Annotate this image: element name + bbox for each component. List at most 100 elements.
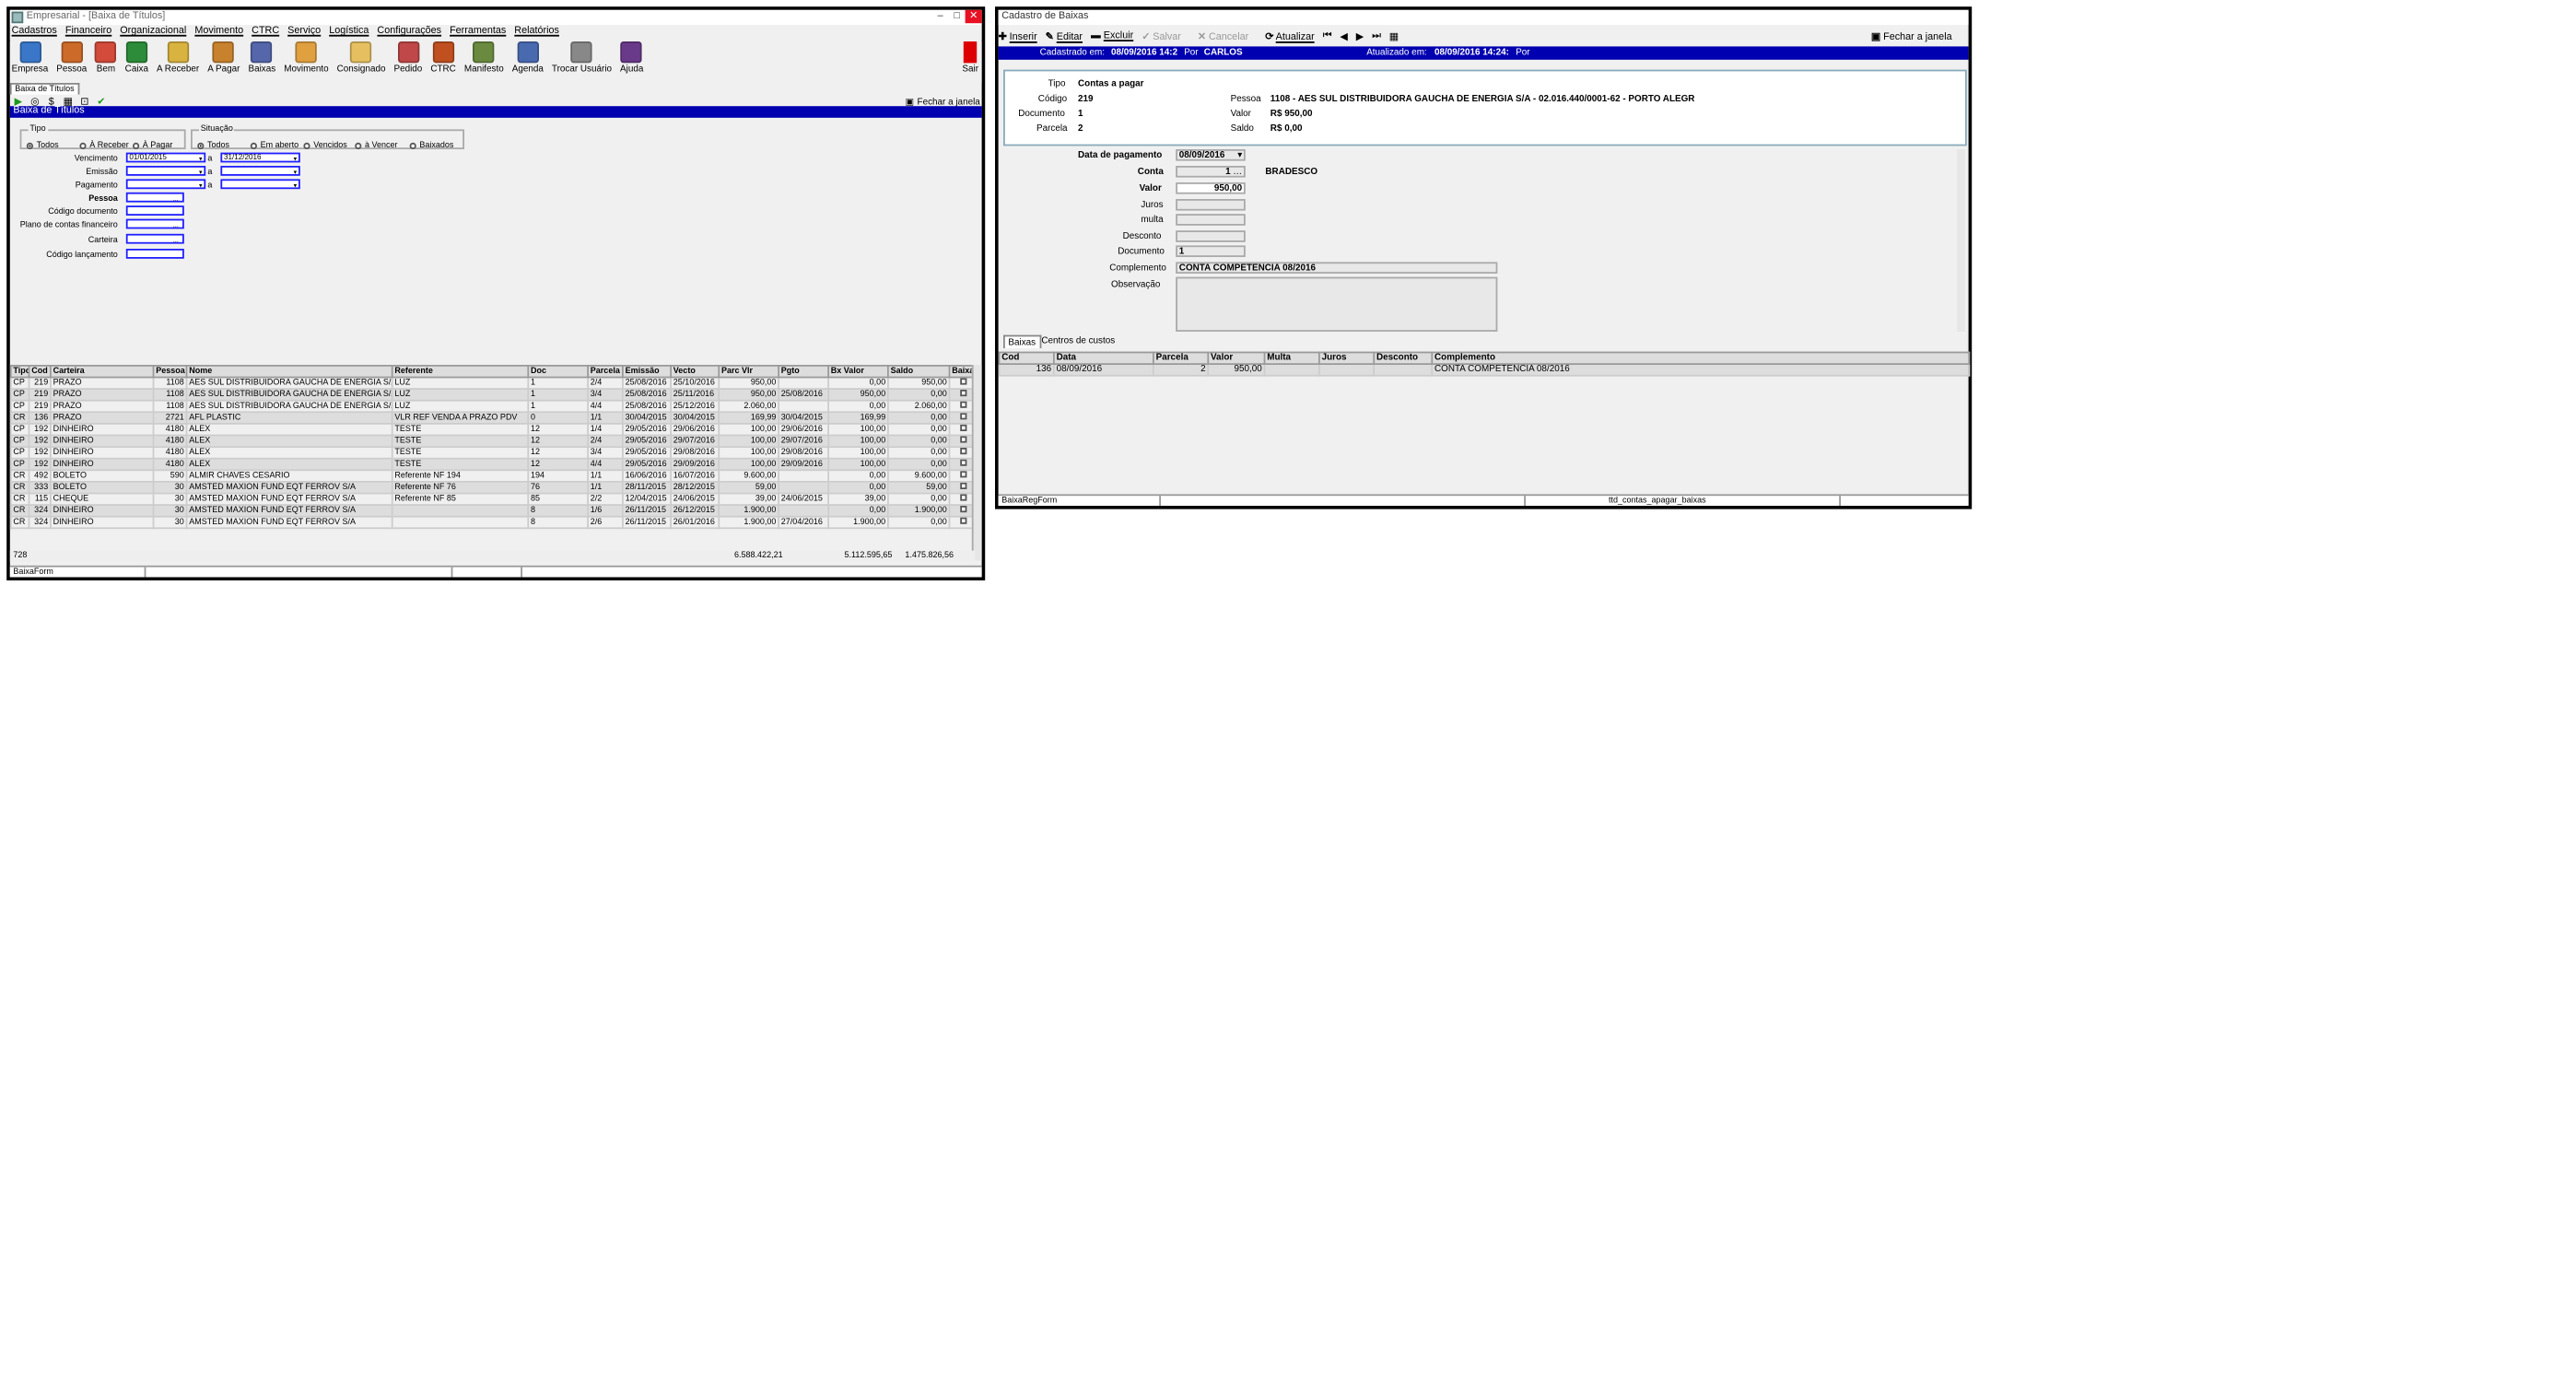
column-header[interactable]: Vecto	[670, 364, 720, 379]
table-row[interactable]: CP 219 PRAZO 1108 AES SUL DISTRIBUIDORA GAUC…	[9, 388, 978, 402]
baixa-checkbox[interactable]	[959, 402, 966, 408]
fechar-janela-button[interactable]: ▣ Fechar a janela	[1871, 30, 1961, 42]
plano-contas-input[interactable]: ...	[125, 218, 184, 228]
table-row[interactable]: CP 192 DINHEIRO 4180 ALEX TESTE 12 4/4 29/05/201…	[9, 457, 978, 472]
baixa-checkbox[interactable]	[959, 518, 966, 524]
table-row[interactable]: CP 219 PRAZO 1108 AES SUL DISTRIBUIDORA GAUC…	[9, 376, 978, 390]
column-header[interactable]: Nome	[185, 364, 393, 379]
toolbar-ctrc-button[interactable]: CTRC	[429, 41, 458, 83]
menu-relatorios[interactable]: Relatórios	[514, 25, 559, 40]
column-header[interactable]: Bx Valor	[827, 364, 889, 379]
baixa-checkbox[interactable]	[959, 379, 966, 385]
toolbar-manifesto-button[interactable]: Manifesto	[463, 41, 506, 83]
baixa-checkbox[interactable]	[959, 460, 966, 466]
chevron-down-icon[interactable]: ▾	[292, 181, 299, 189]
baixa-checkbox[interactable]	[959, 472, 966, 478]
ellipsis-button[interactable]: …	[1233, 168, 1242, 178]
atualizar-button[interactable]: ⟳ Atualizar	[1265, 30, 1314, 42]
multa-input[interactable]	[1176, 214, 1246, 226]
column-header[interactable]: Parc Vlr	[718, 364, 779, 379]
inserir-button[interactable]: ✚ Inserir	[999, 30, 1037, 42]
chevron-down-icon[interactable]: ▾	[292, 168, 299, 175]
column-header[interactable]: Pgto	[778, 364, 829, 379]
column-header[interactable]: Multa	[1263, 351, 1320, 365]
column-header[interactable]: Cod	[28, 364, 52, 379]
baixa-checkbox[interactable]	[959, 506, 966, 513]
toolbar-a-receber-button[interactable]: A Receber	[155, 41, 201, 83]
toolbar-bem-button[interactable]: Bem	[93, 41, 118, 83]
documento-input[interactable]: 1	[1176, 245, 1246, 257]
baixa-checkbox[interactable]	[959, 495, 966, 501]
excluir-button[interactable]: ▬ Excluir	[1091, 31, 1133, 41]
desconto-input[interactable]	[1176, 230, 1246, 242]
menu-cadastros[interactable]: Cadastros	[12, 25, 57, 40]
ellipsis-button[interactable]: ...	[170, 194, 182, 202]
column-header[interactable]: Parcela	[587, 364, 624, 379]
conta-input[interactable]: 1…	[1176, 166, 1246, 178]
menu-ctrc[interactable]: CTRC	[252, 25, 279, 40]
valor-input[interactable]: 950,00	[1176, 182, 1246, 194]
table-row[interactable]: CR 324 DINHEIRO 30 AMSTED MAXION FUND EQT FE…	[9, 504, 978, 518]
tab-baixas[interactable]: Baixas	[1003, 334, 1041, 348]
baixa-checkbox[interactable]	[959, 390, 966, 397]
tab-baixa-titulos[interactable]: Baixa de Títulos	[9, 83, 79, 95]
prev-record-button[interactable]: ◀	[1340, 30, 1347, 42]
column-header[interactable]: Carteira	[49, 364, 155, 379]
form-scrollbar[interactable]	[1957, 149, 1965, 332]
baixa-checkbox[interactable]	[959, 425, 966, 431]
table-row[interactable]: CP 192 DINHEIRO 4180 ALEX TESTE 12 1/4 29/05/201…	[9, 422, 978, 437]
radio-a-pagar[interactable]: À Pagar	[133, 141, 172, 151]
last-record-button[interactable]: ⏭	[1372, 30, 1381, 42]
table-row[interactable]: 136 08/09/2016 2 950,00 CONTA COMPETENCIA 08…	[998, 363, 1971, 377]
baixa-checkbox[interactable]	[959, 483, 966, 489]
column-header[interactable]: Desconto	[1373, 351, 1434, 365]
first-record-button[interactable]: ⏮	[1323, 30, 1332, 42]
toolbar-empresa-button[interactable]: Empresa	[10, 41, 50, 83]
column-header[interactable]: Complemento	[1431, 351, 1971, 365]
toolbar-caixa-button[interactable]: Caixa	[123, 41, 150, 83]
pagamento-to-input[interactable]: ▾	[220, 179, 300, 189]
baixa-checkbox[interactable]	[959, 437, 966, 443]
toolbar-agenda-button[interactable]: Agenda	[510, 41, 545, 83]
baixa-checkbox[interactable]	[959, 414, 966, 420]
toolbar-baixas-button[interactable]: Baixas	[247, 41, 277, 83]
menu-financeiro[interactable]: Financeiro	[65, 25, 111, 40]
data-pagamento-input[interactable]: 08/09/2016 ▾	[1176, 149, 1246, 161]
radio-todos[interactable]: Todos	[26, 141, 59, 151]
observacao-input[interactable]	[1176, 276, 1498, 332]
table-row[interactable]: CP 219 PRAZO 1108 AES SUL DISTRIBUIDORA GAUC…	[9, 399, 978, 414]
chevron-down-icon[interactable]: ▾	[1237, 151, 1242, 161]
menu-logistica[interactable]: Logística	[329, 25, 369, 40]
grid-view-icon[interactable]: ▦	[1389, 30, 1399, 42]
toolbar-consignado-button[interactable]: Consignado	[335, 41, 387, 83]
table-row[interactable]: CR 324 DINHEIRO 30 AMSTED MAXION FUND EQT FE…	[9, 515, 978, 530]
next-record-button[interactable]: ▶	[1356, 30, 1364, 42]
table-row[interactable]: CR 136 PRAZO 2721 AFL PLASTIC VLR REF VENDA A…	[9, 411, 978, 425]
radio-a-vencer[interactable]: à Vencer	[355, 141, 398, 151]
tab-centros-custos[interactable]: Centros de custos	[1038, 335, 1118, 348]
menu-servico[interactable]: Serviço	[287, 25, 321, 40]
carteira-input[interactable]: ...	[125, 233, 184, 243]
column-header[interactable]: Tipo	[9, 364, 30, 379]
close-button[interactable]: ✕	[965, 9, 982, 24]
cancelar-button[interactable]: ✕ Cancelar	[1198, 30, 1257, 42]
column-header[interactable]: Juros	[1317, 351, 1376, 365]
menu-ferramentas[interactable]: Ferramentas	[450, 25, 506, 40]
column-header[interactable]: Saldo	[886, 364, 951, 379]
vencimento-to-input[interactable]: 31/12/2016 ▾	[220, 152, 300, 162]
table-row[interactable]: CR 115 CHEQUE 30 AMSTED MAXION FUND EQT FERR…	[9, 492, 978, 506]
column-header[interactable]: Valor	[1207, 351, 1266, 365]
radio-em-aberto[interactable]: Em aberto	[250, 141, 299, 151]
menu-movimento[interactable]: Movimento	[194, 25, 243, 40]
radio-a-receber[interactable]: À Receber	[79, 141, 129, 151]
toolbar-ajuda-button[interactable]: Ajuda	[618, 41, 645, 83]
table-scrollbar[interactable]	[971, 365, 982, 561]
codigo-lancamento-input[interactable]	[125, 249, 184, 258]
table-row[interactable]: CP 192 DINHEIRO 4180 ALEX TESTE 12 3/4 29/05/201…	[9, 446, 978, 460]
maximize-button[interactable]: □	[949, 10, 966, 23]
toolbar-pessoa-button[interactable]: Pessoa	[54, 41, 88, 83]
minimize-button[interactable]: –	[932, 10, 949, 23]
radio-baixados[interactable]: Baixados	[409, 141, 453, 151]
pessoa-input[interactable]: ...	[125, 192, 184, 202]
radio-todos[interactable]: Todos	[197, 141, 229, 151]
